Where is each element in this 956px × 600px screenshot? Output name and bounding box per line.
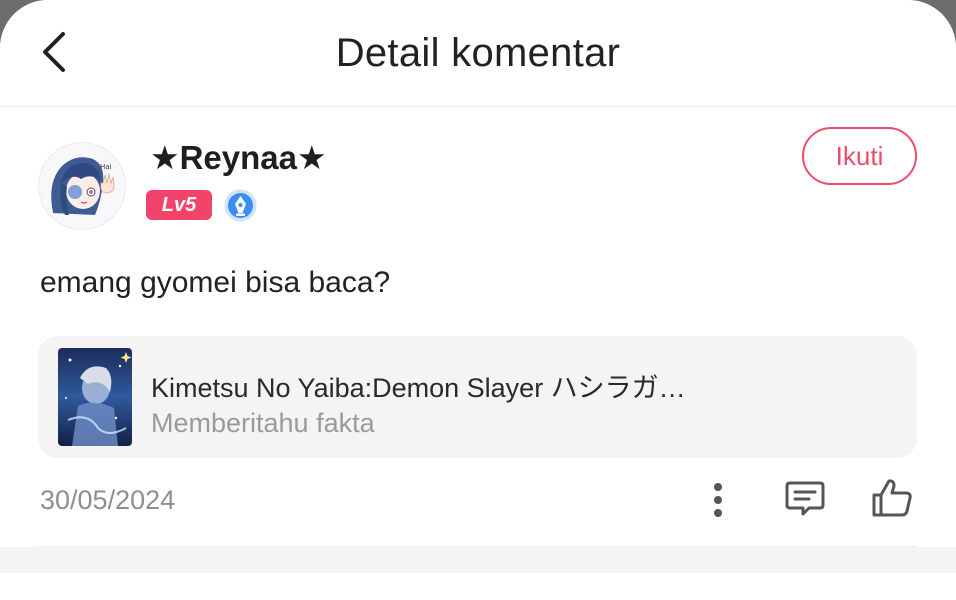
avatar[interactable]: Hai xyxy=(38,142,126,230)
like-button[interactable] xyxy=(868,474,916,522)
replies-section xyxy=(0,573,956,600)
pen-nib-badge-icon xyxy=(224,189,257,222)
more-vertical-icon xyxy=(714,483,722,517)
more-options-button[interactable] xyxy=(700,478,736,522)
comment-detail-screen: Detail komentar Hai ★Reynaa★ Lv5 Ikuti e… xyxy=(0,0,956,600)
comment-date: 30/05/2024 xyxy=(40,485,176,515)
book-subtitle: Memberitahu fakta xyxy=(151,408,375,438)
thumbs-up-icon xyxy=(872,479,912,517)
top-bar: Detail komentar xyxy=(0,0,956,107)
avatar-image: Hai xyxy=(39,143,125,229)
level-badge: Lv5 xyxy=(146,190,212,220)
username[interactable]: ★Reynaa★ xyxy=(150,138,327,177)
book-cover-image xyxy=(58,348,132,446)
comment-text: emang gyomei bisa baca? xyxy=(40,266,391,299)
follow-button[interactable]: Ikuti xyxy=(802,127,917,185)
section-separator xyxy=(0,547,956,573)
book-card[interactable]: Kimetsu No Yaiba:Demon Slayer ハシラガ… Memb… xyxy=(38,336,917,458)
svg-text:Hai: Hai xyxy=(100,163,112,171)
reply-button[interactable] xyxy=(782,476,828,522)
page-title: Detail komentar xyxy=(335,31,621,75)
comment-icon xyxy=(785,481,825,516)
book-title: Kimetsu No Yaiba:Demon Slayer ハシラガ… xyxy=(151,373,686,403)
